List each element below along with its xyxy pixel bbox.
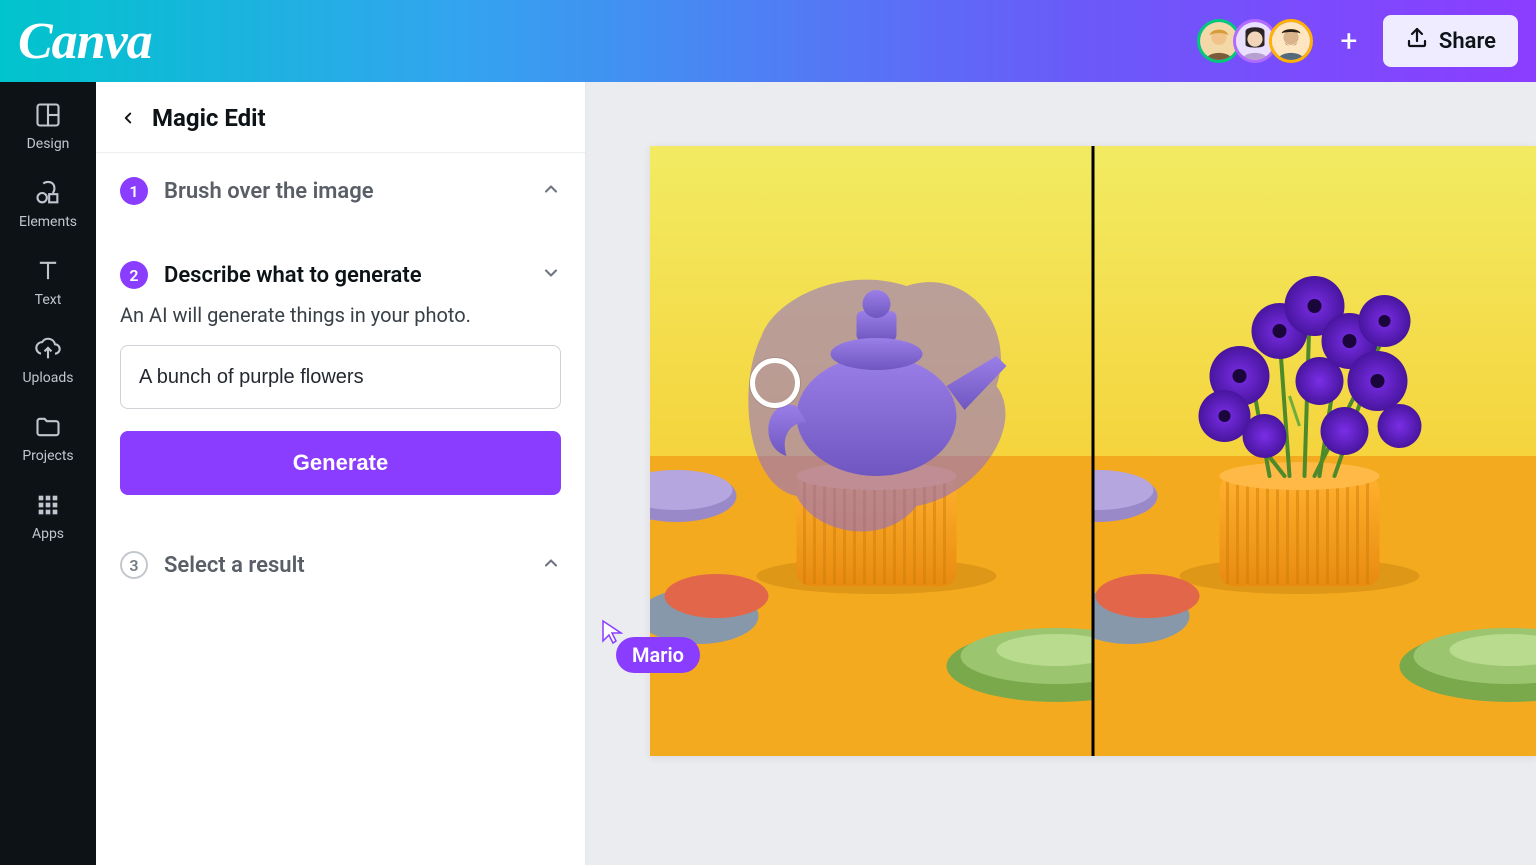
share-button-label: Share: [1439, 29, 1496, 54]
top-bar: Canva + Share: [0, 0, 1536, 82]
add-collaborator-button[interactable]: +: [1327, 19, 1371, 63]
step-describe[interactable]: 2 Describe what to generate: [120, 261, 561, 289]
step-title: Describe what to generate: [164, 263, 422, 288]
magic-edit-panel: Magic Edit 1 Brush over the image 2 Desc…: [96, 82, 586, 865]
back-button[interactable]: [118, 108, 138, 128]
nav-item-label: Uploads: [22, 370, 73, 386]
panel-header: Magic Edit: [96, 82, 585, 153]
step-title: Select a result: [164, 553, 305, 578]
collaborator-avatars: [1205, 19, 1313, 63]
upload-icon: [1405, 26, 1429, 56]
nav-item-label: Elements: [19, 214, 77, 230]
nav-item-label: Apps: [32, 526, 64, 542]
nav-item-elements[interactable]: Elements: [19, 178, 77, 230]
nav-item-label: Text: [35, 292, 62, 308]
canvas-image-right[interactable]: [1093, 146, 1536, 756]
share-button[interactable]: Share: [1383, 15, 1518, 67]
brush-cursor-ring: [750, 358, 800, 408]
left-nav: Design Elements Text Uploads Projects: [0, 82, 96, 865]
chevron-up-icon: [541, 179, 561, 203]
describe-input[interactable]: [120, 345, 561, 409]
design-icon: [33, 100, 63, 130]
panel-title: Magic Edit: [152, 104, 266, 132]
panel-body: 1 Brush over the image 2 Describe what t…: [96, 153, 585, 603]
topbar-right: + Share: [1205, 15, 1518, 67]
uploads-icon: [33, 334, 63, 364]
compare-divider[interactable]: [1092, 146, 1095, 756]
nav-item-label: Design: [27, 136, 70, 152]
generate-button[interactable]: Generate: [120, 431, 561, 495]
canvas-image-left[interactable]: [650, 146, 1093, 756]
design-canvas[interactable]: [650, 146, 1536, 756]
remote-cursor-label: Mario: [616, 637, 700, 673]
avatar[interactable]: [1269, 19, 1313, 63]
step-title: Brush over the image: [164, 179, 374, 204]
nav-item-projects[interactable]: Projects: [22, 412, 73, 464]
nav-item-label: Projects: [22, 448, 73, 464]
step-badge: 1: [120, 177, 148, 205]
apps-icon: [33, 490, 63, 520]
elements-icon: [33, 178, 63, 208]
step-select-result[interactable]: 3 Select a result: [120, 551, 561, 579]
nav-item-apps[interactable]: Apps: [32, 490, 64, 542]
chevron-up-icon: [541, 553, 561, 577]
nav-item-uploads[interactable]: Uploads: [22, 334, 73, 386]
step-badge: 2: [120, 261, 148, 289]
nav-item-design[interactable]: Design: [27, 100, 70, 152]
main: Design Elements Text Uploads Projects: [0, 82, 1536, 865]
nav-item-text[interactable]: Text: [33, 256, 63, 308]
step-badge: 3: [120, 551, 148, 579]
chevron-down-icon: [541, 263, 561, 287]
projects-icon: [33, 412, 63, 442]
describe-help-text: An AI will generate things in your photo…: [120, 303, 561, 327]
canvas-area[interactable]: [586, 82, 1536, 865]
text-icon: [33, 256, 63, 286]
app-logo[interactable]: Canva: [18, 12, 152, 71]
step-brush[interactable]: 1 Brush over the image: [120, 177, 561, 205]
